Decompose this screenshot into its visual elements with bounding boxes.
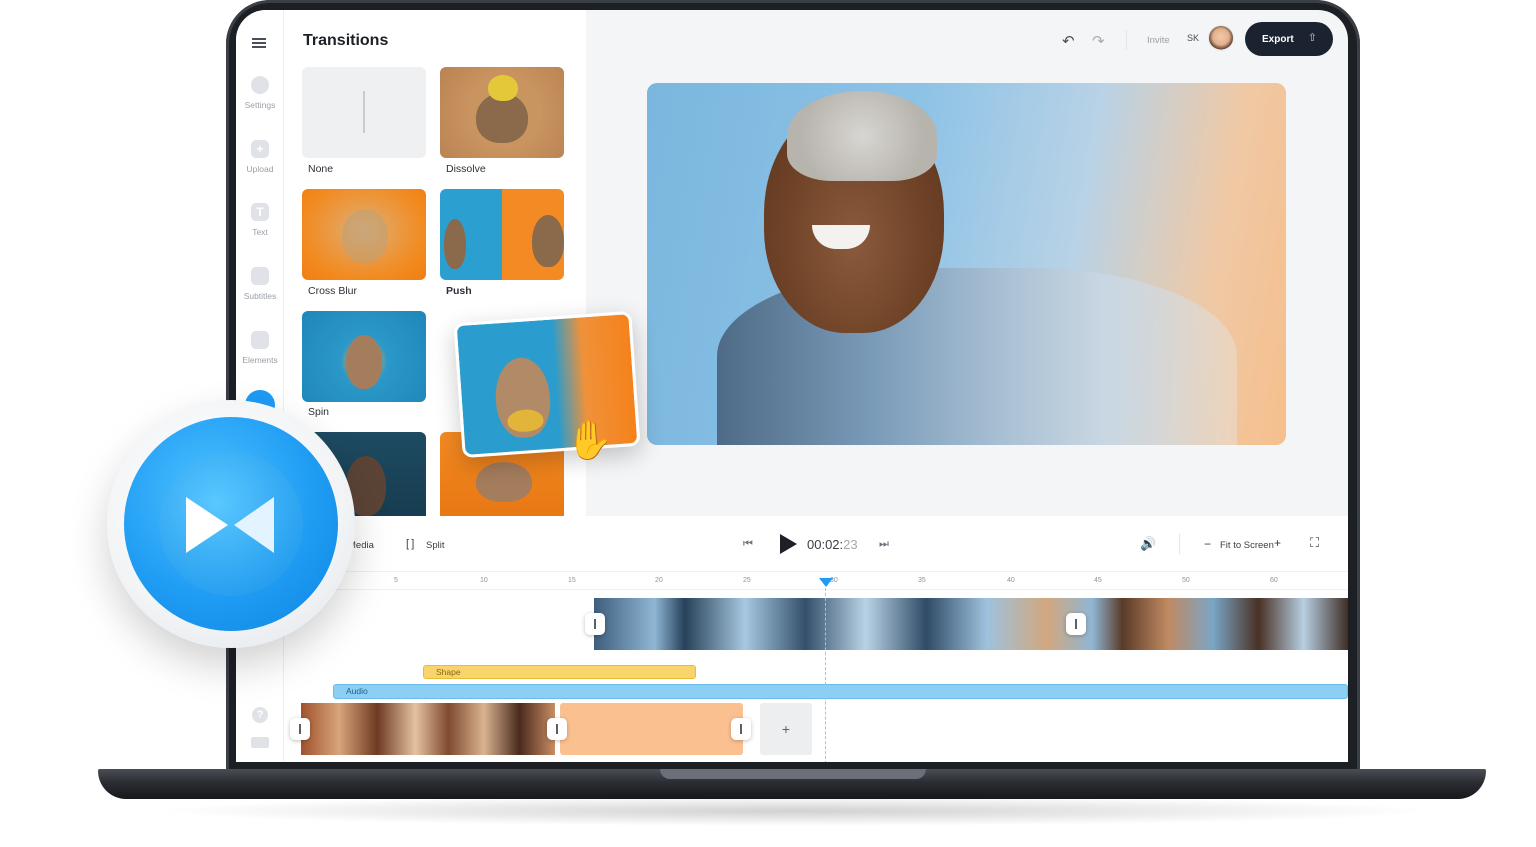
- color-clip[interactable]: [560, 703, 743, 755]
- transition-dissolve-thumb[interactable]: [440, 67, 564, 158]
- ruler-tick: 5: [394, 577, 398, 584]
- playhead-line: [825, 588, 826, 762]
- timecode: 00:02:23: [807, 537, 858, 552]
- help-icon[interactable]: ?: [252, 707, 268, 723]
- grab-hand-icon: ✋: [566, 420, 614, 462]
- sidebar-item-label: Elements: [242, 355, 278, 365]
- timecode-frames: 23: [843, 537, 858, 552]
- shape-track-label: Shape: [436, 667, 461, 677]
- sidebar-item-text[interactable]: T Text: [236, 203, 284, 237]
- split-button[interactable]: Split: [426, 540, 444, 551]
- skip-back-icon[interactable]: ⏮: [743, 538, 753, 551]
- clip-trim-handle[interactable]: [1066, 613, 1086, 635]
- ruler-tick: 10: [480, 577, 488, 584]
- skip-forward-icon[interactable]: ⏭: [879, 538, 889, 551]
- sidebar-item-subtitles[interactable]: Subtitles: [236, 267, 284, 301]
- sidebar-item-elements[interactable]: Elements: [236, 331, 284, 365]
- clip-trim-handle[interactable]: [585, 613, 605, 635]
- hamburger-menu-icon[interactable]: [252, 38, 266, 48]
- upload-arrow-icon: ⇧: [1307, 32, 1317, 44]
- dog-image: [444, 219, 466, 269]
- invite-link[interactable]: Invite: [1147, 35, 1170, 46]
- dog-hat-image: [488, 75, 518, 101]
- ruler-tick: 35: [918, 577, 926, 584]
- video-clip-main[interactable]: [594, 598, 1348, 650]
- settings-icon: [251, 76, 269, 94]
- ruler-tick: 20: [655, 577, 663, 584]
- fit-to-screen-button[interactable]: Fit to Screen: [1220, 540, 1274, 551]
- transition-none-thumb[interactable]: [302, 67, 426, 158]
- playback-toolbar: Media [ ] Split ⏮ 00:02:23 ⏭ 🔊 − Fit to …: [284, 516, 1348, 572]
- blurred-dog-image: [342, 209, 388, 263]
- text-icon: T: [251, 203, 269, 221]
- panel-title: Transitions: [303, 32, 389, 49]
- play-icon[interactable]: [780, 534, 797, 554]
- redo-icon[interactable]: ↷: [1092, 32, 1105, 50]
- dog-image: [476, 462, 532, 502]
- app-logo-inner: [159, 452, 303, 596]
- clip-trim-handle[interactable]: [731, 718, 751, 740]
- transition-label: None: [308, 163, 334, 175]
- zoom-in-icon[interactable]: +: [1274, 536, 1281, 550]
- ruler-tick: 25: [743, 577, 751, 584]
- transition-label: Cross Blur: [308, 285, 358, 297]
- transition-label: Dissolve: [446, 163, 486, 175]
- preview-hair-image: [787, 91, 937, 181]
- laptop-shadow: [150, 796, 1440, 826]
- logo-rewind-triangle: [234, 497, 274, 553]
- none-placeholder-bar: [363, 91, 365, 133]
- audio-track[interactable]: Audio: [333, 684, 1348, 699]
- video-clip-secondary[interactable]: [301, 703, 555, 755]
- transition-spin-thumb[interactable]: [302, 311, 426, 402]
- clip-trim-handle[interactable]: [547, 718, 567, 740]
- sidebar-item-label: Text: [252, 227, 268, 237]
- sidebar-item-label: Settings: [244, 100, 276, 110]
- transition-crossblur-thumb[interactable]: [302, 189, 426, 280]
- keyboard-icon[interactable]: [251, 737, 269, 748]
- shape-track[interactable]: Shape: [423, 665, 696, 679]
- left-rail: Settings + Upload T Text Subtitles Eleme…: [236, 10, 284, 762]
- header-divider: [1126, 30, 1127, 50]
- sidebar-item-settings[interactable]: Settings: [236, 76, 284, 110]
- logo-play-triangle: [186, 497, 228, 553]
- ruler-tick: 45: [1094, 577, 1102, 584]
- undo-icon[interactable]: ↶: [1062, 32, 1075, 50]
- laptop-notch: [660, 769, 926, 779]
- sidebar-item-label: Upload: [246, 164, 274, 174]
- transition-label: Push: [446, 285, 472, 297]
- subtitles-icon: [251, 267, 269, 285]
- sidebar-item-upload[interactable]: + Upload: [236, 140, 284, 174]
- split-icon[interactable]: [ ]: [406, 538, 414, 550]
- export-label: Export: [1262, 33, 1294, 45]
- clip-trim-handle[interactable]: [290, 718, 310, 740]
- volume-icon[interactable]: 🔊: [1140, 536, 1156, 552]
- ruler-tick: 15: [568, 577, 576, 584]
- audio-track-label: Audio: [346, 686, 368, 696]
- upload-icon: +: [251, 140, 269, 158]
- timecode-main: 00:02:: [807, 537, 844, 552]
- ruler-tick: 50: [1182, 577, 1190, 584]
- app-screen: Settings + Upload T Text Subtitles Eleme…: [236, 10, 1348, 762]
- ruler-tick: 60: [1270, 577, 1278, 584]
- user-initials[interactable]: SK: [1187, 33, 1199, 43]
- export-button[interactable]: Export ⇧: [1245, 22, 1333, 56]
- avatar[interactable]: [1209, 26, 1233, 50]
- toolbar-divider: [1179, 534, 1180, 554]
- zoom-out-icon[interactable]: −: [1204, 537, 1211, 551]
- transition-push-thumb[interactable]: [440, 189, 564, 280]
- timeline: 5 10 15 20 25 30 35 40 45 50 60 Shape Au…: [284, 572, 1348, 762]
- ruler-tick: 40: [1007, 577, 1015, 584]
- playhead-knob[interactable]: [819, 578, 833, 587]
- dog-image: [346, 335, 382, 389]
- dog-image: [532, 215, 564, 267]
- sidebar-item-label: Subtitles: [243, 291, 277, 301]
- add-clip-button[interactable]: +: [760, 703, 812, 755]
- video-preview[interactable]: [647, 83, 1286, 445]
- transition-label: Spin: [308, 406, 330, 418]
- fullscreen-icon[interactable]: ⛶: [1310, 535, 1319, 551]
- elements-icon: [251, 331, 269, 349]
- ruler-line: [284, 589, 1348, 590]
